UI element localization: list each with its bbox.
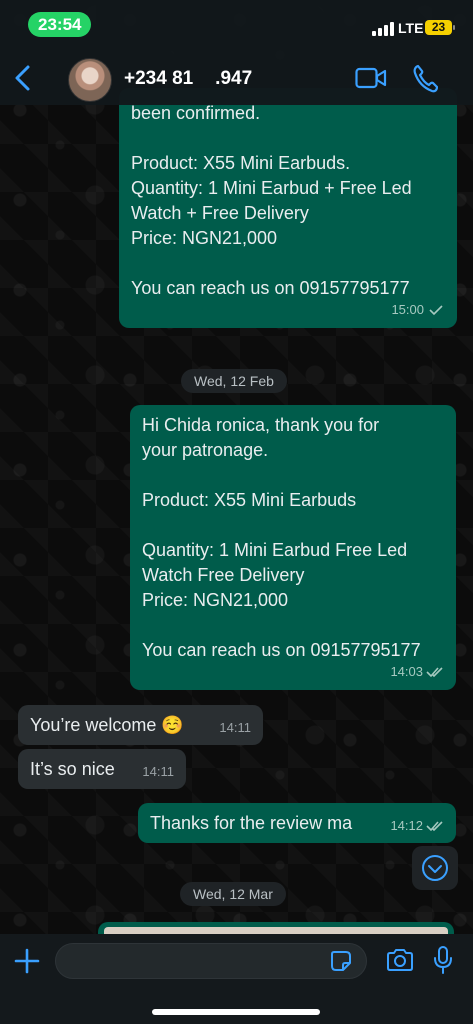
battery-icon: 23: [425, 20, 455, 35]
message-line: your patronage.: [142, 440, 269, 460]
message-line: Price: NGN21,000: [131, 228, 278, 248]
message-meta: 14:11: [219, 715, 251, 740]
message-bubble-outgoing[interactable]: Hi Chida ronica, thank you for your patr…: [130, 405, 456, 690]
message-line: Hi Chida ronica, thank you for: [142, 415, 380, 435]
message-bubble-outgoing[interactable]: been confirmed. Product: X55 Mini Earbud…: [119, 88, 457, 328]
read-receipt-icon: [426, 820, 443, 831]
message-bubble-outgoing[interactable]: Thanks for the review ma 14:12: [138, 803, 456, 843]
message-meta: 15:00: [391, 297, 445, 322]
message-line: [142, 463, 444, 488]
message-meta: 14:11: [142, 759, 174, 784]
message-bubble-incoming[interactable]: You’re welcome ☺️ 14:11: [18, 705, 263, 745]
message-line: Watch + Free Delivery: [131, 203, 309, 223]
scroll-to-bottom-button[interactable]: [412, 846, 458, 890]
contact-name[interactable]: +234 81 .947: [124, 68, 252, 90]
message-line: Product: X55 Mini Earbuds: [142, 490, 357, 510]
read-receipt-icon: [426, 666, 443, 677]
message-line: [142, 513, 444, 538]
chat-header: 23:54 LTE 23 +234 81 .947: [0, 0, 473, 105]
message-input[interactable]: [55, 943, 367, 979]
message-bubble-incoming[interactable]: It’s so nice 14:11: [18, 749, 186, 789]
network-label: LTE: [398, 20, 424, 36]
back-icon[interactable]: [12, 64, 34, 92]
message-line: Watch Free Delivery: [142, 565, 305, 585]
microphone-icon[interactable]: [433, 945, 453, 975]
home-indicator: [152, 1009, 320, 1015]
message-line: Quantity: 1 Mini Earbud + Free Led: [131, 178, 412, 198]
message-time: 14:11: [219, 720, 251, 735]
plus-icon[interactable]: [14, 948, 40, 974]
sticker-icon[interactable]: [330, 950, 352, 972]
chevron-down-icon: [422, 855, 448, 881]
status-time: 23:54: [28, 12, 92, 37]
message-line: Quantity: 1 Mini Earbud Free Led: [142, 540, 408, 560]
signal-icon: [372, 22, 394, 36]
avatar[interactable]: [68, 58, 112, 102]
message-time: 14:11: [142, 764, 174, 779]
sent-tick-icon: [429, 304, 443, 315]
message-meta: 14:03: [390, 659, 444, 684]
message-line: [142, 613, 444, 638]
date-separator: Wed, 12 Mar: [180, 882, 286, 906]
video-call-icon[interactable]: [355, 66, 387, 90]
phone-icon[interactable]: [412, 63, 438, 93]
camera-icon[interactable]: [386, 948, 414, 972]
compose-bar: [0, 934, 473, 1024]
message-line: [131, 126, 445, 151]
message-time: 15:00: [391, 302, 424, 317]
message-line: [131, 251, 445, 276]
message-text: You’re welcome ☺️: [30, 715, 184, 735]
message-time: 14:12: [390, 818, 423, 833]
message-line: Price: NGN21,000: [142, 590, 289, 610]
message-meta: 14:12: [390, 813, 444, 838]
message-line: Product: X55 Mini Earbuds.: [131, 153, 351, 173]
message-time: 14:03: [390, 664, 423, 679]
date-separator: Wed, 12 Feb: [181, 369, 287, 393]
